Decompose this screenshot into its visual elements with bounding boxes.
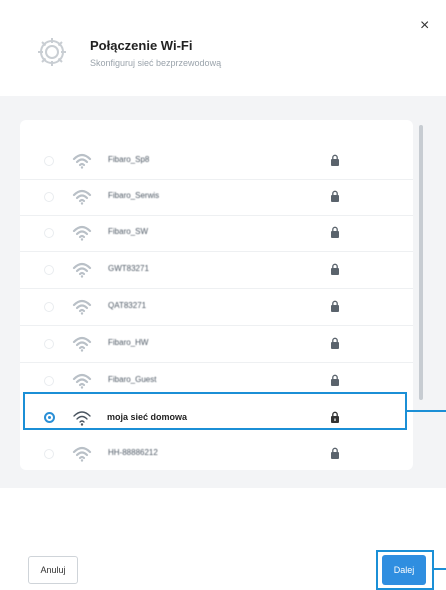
network-row[interactable]: Fibaro_Sp8 [20, 144, 413, 180]
dialog-subtitle: Skonfiguruj sieć bezprzewodową [90, 58, 222, 68]
wifi-icon [72, 262, 92, 278]
network-row[interactable]: HH-88886212 [20, 437, 413, 470]
network-ssid: GWT83271 [108, 264, 149, 273]
wifi-icon [72, 299, 92, 315]
network-ssid: Fibaro_SW [108, 227, 149, 236]
wifi-icon [72, 336, 92, 352]
lock-icon [331, 337, 339, 349]
row-divider [20, 325, 413, 326]
radio-icon[interactable] [44, 192, 54, 202]
row-divider [20, 251, 413, 252]
lock-icon [331, 300, 339, 312]
cancel-button[interactable]: Anuluj [28, 556, 78, 584]
network-ssid: Fibaro_Serwis [108, 191, 160, 200]
wifi-icon [72, 153, 92, 169]
selected-network-highlight [23, 392, 407, 430]
dialog-header: Połączenie Wi-Fi Skonfiguruj sieć bezprz… [0, 0, 446, 96]
lock-icon [331, 226, 339, 238]
dialog-title: Połączenie Wi-Fi [90, 38, 193, 53]
wifi-icon [72, 446, 92, 462]
wifi-dialog: Połączenie Wi-Fi Skonfiguruj sieć bezprz… [0, 0, 446, 590]
radio-icon[interactable] [44, 156, 54, 166]
lock-icon [331, 263, 339, 275]
lock-icon [331, 154, 339, 166]
close-icon[interactable]: × [420, 18, 429, 34]
next-button[interactable]: Dalej [382, 555, 426, 585]
radio-icon[interactable] [44, 302, 54, 312]
scrollbar[interactable] [419, 125, 423, 400]
lock-icon [331, 190, 339, 202]
network-ssid: Fibaro_Sp8 [108, 155, 150, 164]
wifi-icon [72, 189, 92, 205]
network-ssid: Fibaro_Guest [108, 375, 157, 384]
wifi-icon [72, 225, 92, 241]
network-row[interactable]: Fibaro_SW [20, 216, 413, 252]
radio-icon[interactable] [44, 339, 54, 349]
radio-icon[interactable] [44, 228, 54, 238]
lock-icon [331, 447, 339, 459]
lock-icon [331, 374, 339, 386]
callout-line [407, 410, 446, 412]
radio-icon[interactable] [44, 449, 54, 459]
network-row[interactable]: Fibaro_Serwis [20, 180, 413, 216]
network-ssid: Fibaro_HW [108, 338, 149, 347]
radio-icon[interactable] [44, 265, 54, 275]
network-ssid: QAT83271 [108, 301, 147, 310]
gear-icon [38, 38, 66, 66]
radio-icon[interactable] [44, 376, 54, 386]
row-divider [20, 362, 413, 363]
network-ssid: HH-88886212 [108, 448, 158, 457]
network-row[interactable]: Fibaro_HW [20, 327, 413, 363]
row-divider [20, 288, 413, 289]
network-row[interactable]: GWT83271 [20, 253, 413, 289]
network-row[interactable]: QAT83271 [20, 290, 413, 326]
dialog-footer: Anuluj Dalej [0, 488, 446, 590]
wifi-icon [72, 373, 92, 389]
callout-line [434, 568, 446, 570]
